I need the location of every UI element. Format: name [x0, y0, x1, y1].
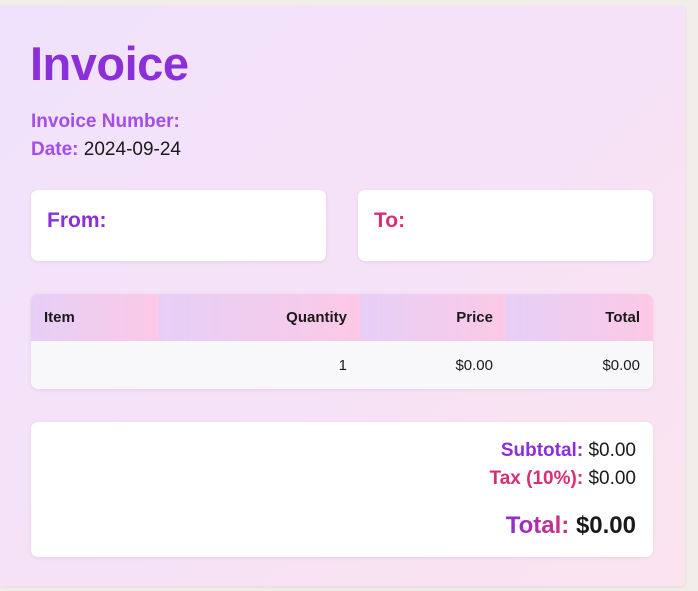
total-line: Total: $0.00 [506, 511, 636, 541]
subtotal-label: Subtotal: [500, 440, 584, 461]
column-header-price: Price [360, 294, 506, 341]
invoice-date-line: Date: 2024-09-24 [31, 138, 181, 162]
column-header-item: Item [31, 294, 159, 341]
items-table: Item Quantity Price Total 1 $0.00 $0.00 [31, 294, 653, 389]
total-cell: $0.00 [506, 341, 653, 389]
invoice-number-label: Invoice Number: [31, 111, 180, 132]
table-row: 1 $0.00 $0.00 [31, 341, 653, 389]
invoice-date-label: Date: [31, 139, 79, 160]
total-label: Total: [505, 512, 570, 539]
from-label: From: [47, 209, 107, 232]
from-section: From: [31, 190, 326, 261]
price-cell: $0.00 [360, 341, 506, 389]
invoice-card: Invoice Invoice Number: Date: 2024-09-24… [0, 6, 685, 586]
tax-label: Tax (10%): [489, 468, 584, 489]
to-label: To: [374, 209, 406, 232]
tax-line: Tax (10%): $0.00 [490, 467, 636, 491]
quantity-cell: 1 [159, 341, 360, 389]
column-header-quantity: Quantity [159, 294, 360, 341]
table-header-row: Item Quantity Price Total [31, 294, 653, 341]
to-section: To: [358, 190, 653, 261]
items-table-box: Item Quantity Price Total 1 $0.00 $0.00 [31, 294, 653, 389]
total-value: $0.00 [575, 512, 636, 539]
invoice-number-line: Invoice Number: [31, 110, 180, 134]
subtotal-line: Subtotal: $0.00 [501, 439, 636, 463]
summary-section: Subtotal: $0.00 Tax (10%): $0.00 Total: … [31, 422, 653, 557]
invoice-date-value: 2024-09-24 [83, 139, 181, 160]
subtotal-value: $0.00 [588, 440, 636, 461]
invoice-title: Invoice [30, 37, 189, 90]
item-cell [31, 341, 159, 389]
column-header-total: Total [506, 294, 653, 341]
tax-value: $0.00 [588, 468, 636, 489]
